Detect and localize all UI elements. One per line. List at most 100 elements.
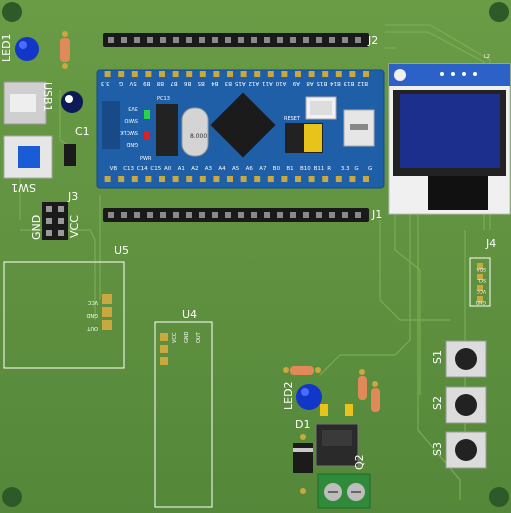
bluepill-pin-pad xyxy=(118,176,125,182)
u5-pin-label: GND xyxy=(86,312,98,318)
bluepill-pin-pad xyxy=(267,71,274,77)
header-pin xyxy=(264,37,270,43)
bottom-pin-label: A2 xyxy=(191,166,198,172)
bluepill-pin-pad xyxy=(172,176,179,182)
j4-pin-label: VCC xyxy=(477,288,486,294)
bluepill-pin-pad xyxy=(349,176,356,182)
j3-header xyxy=(42,202,68,240)
header-pin xyxy=(212,212,218,218)
top-pin-label: G xyxy=(119,80,123,86)
header-pin xyxy=(316,37,322,43)
bottom-pin-label: B11 xyxy=(314,166,325,172)
u5-pads xyxy=(102,294,112,330)
header-pin xyxy=(277,212,283,218)
u5-label: U5 xyxy=(114,244,129,257)
header-pin xyxy=(186,37,192,43)
header-pin xyxy=(160,212,166,218)
sw1-switch[interactable] xyxy=(3,135,53,179)
top-pin-label: 3.3 xyxy=(100,80,109,86)
top-pin-label: B5 xyxy=(197,80,205,86)
bluepill-pin-pad xyxy=(145,176,152,182)
u4-pads xyxy=(160,333,168,365)
header-pin xyxy=(264,212,270,218)
u5-pin-label: OUT xyxy=(86,325,98,331)
bluepill-pin-pad xyxy=(295,71,301,77)
bottom-pin-label: C15 xyxy=(150,166,161,172)
bottom-pin-label: A5 xyxy=(232,166,240,172)
bluepill-pin-pad xyxy=(254,176,261,182)
top-pin-label: B8 xyxy=(156,80,164,86)
bottom-pin-label: C13 xyxy=(123,166,134,172)
bottom-pin-label: A6 xyxy=(246,166,254,172)
bluepill-pin-pad xyxy=(335,176,342,182)
header-pin xyxy=(160,37,166,43)
oled-display xyxy=(388,63,511,215)
bluepill-pin-pad xyxy=(267,176,274,182)
bluepill-pin-pad xyxy=(131,71,138,77)
bottom-pin-label: A1 xyxy=(178,166,185,172)
bluepill-pin-pad xyxy=(159,71,165,77)
q2-label: Q2 xyxy=(353,454,366,470)
reset-label: RESET xyxy=(284,116,301,122)
bluepill-pin-pad xyxy=(254,71,261,77)
bluepill-pin-pad xyxy=(104,71,111,77)
capacitor-electrolytic xyxy=(61,91,83,113)
bluepill-pin-pad xyxy=(131,176,138,182)
top-pin-label: B15 xyxy=(316,80,327,86)
bluepill-pin-pad xyxy=(322,176,329,182)
bluepill-pin-pad xyxy=(104,176,111,182)
header-pin xyxy=(134,37,140,43)
header-pin xyxy=(147,37,153,43)
crystal-label: 8.000 xyxy=(190,133,207,140)
bluepill-pin-pad xyxy=(240,71,247,77)
bluepill-pin-pad xyxy=(213,71,220,77)
top-pin-label: B13 xyxy=(343,80,354,86)
top-pin-label: B12 xyxy=(357,80,368,86)
button-s2[interactable] xyxy=(445,386,487,424)
usb1-connector xyxy=(3,81,47,125)
led1 xyxy=(15,37,39,61)
header-pin xyxy=(303,212,309,218)
bluepill-pin-pad xyxy=(145,71,152,77)
l2-label: L2 xyxy=(484,54,490,60)
bluepill-pin-pad xyxy=(295,176,301,182)
u4-label: U4 xyxy=(182,308,197,321)
button-s3[interactable] xyxy=(445,431,487,469)
swd-pin-label: 3V3 xyxy=(128,105,138,111)
bluepill-pin-pad xyxy=(118,71,125,77)
bluepill-pin-pad xyxy=(227,176,233,182)
header-pin xyxy=(199,37,205,43)
u4-pin-label: VCC xyxy=(172,332,178,343)
u5-pin-label: VCC xyxy=(87,299,98,305)
header-pin xyxy=(290,212,296,218)
header-pin xyxy=(277,37,283,43)
header-pin xyxy=(329,37,335,43)
c1-footprint xyxy=(64,144,76,166)
header-pin xyxy=(355,212,361,218)
header-pin xyxy=(147,212,153,218)
swd-pin-label: SWCLK xyxy=(120,129,138,135)
bluepill-pin-pad xyxy=(322,71,329,77)
bottom-pin-label: R xyxy=(327,166,331,172)
bottom-pin-label: B0 xyxy=(273,166,281,172)
header-pin xyxy=(186,212,192,218)
header-pin xyxy=(329,212,335,218)
usb1-label: USB1 xyxy=(41,82,54,112)
bottom-pin-label: A0 xyxy=(164,166,172,172)
swd-pin-label: GND xyxy=(126,141,138,147)
top-pin-label: A12 xyxy=(248,80,259,86)
d1-label: D1 xyxy=(295,418,310,431)
screw-terminal xyxy=(317,473,371,509)
bottom-pin-label: G xyxy=(368,166,372,172)
u4-pin-label: OUT xyxy=(196,331,202,343)
button-s1[interactable] xyxy=(445,340,487,378)
bluepill-pin-pad xyxy=(186,71,193,77)
header-pin xyxy=(303,37,309,43)
bottom-pin-label: C14 xyxy=(137,166,148,172)
gnd-label: GND xyxy=(30,215,43,240)
bottom-pin-label: VB xyxy=(110,166,118,172)
led2 xyxy=(296,384,322,410)
top-pin-label: B9 xyxy=(143,80,151,86)
bluepill-pin-pad xyxy=(172,71,179,77)
header-pin xyxy=(290,37,296,43)
